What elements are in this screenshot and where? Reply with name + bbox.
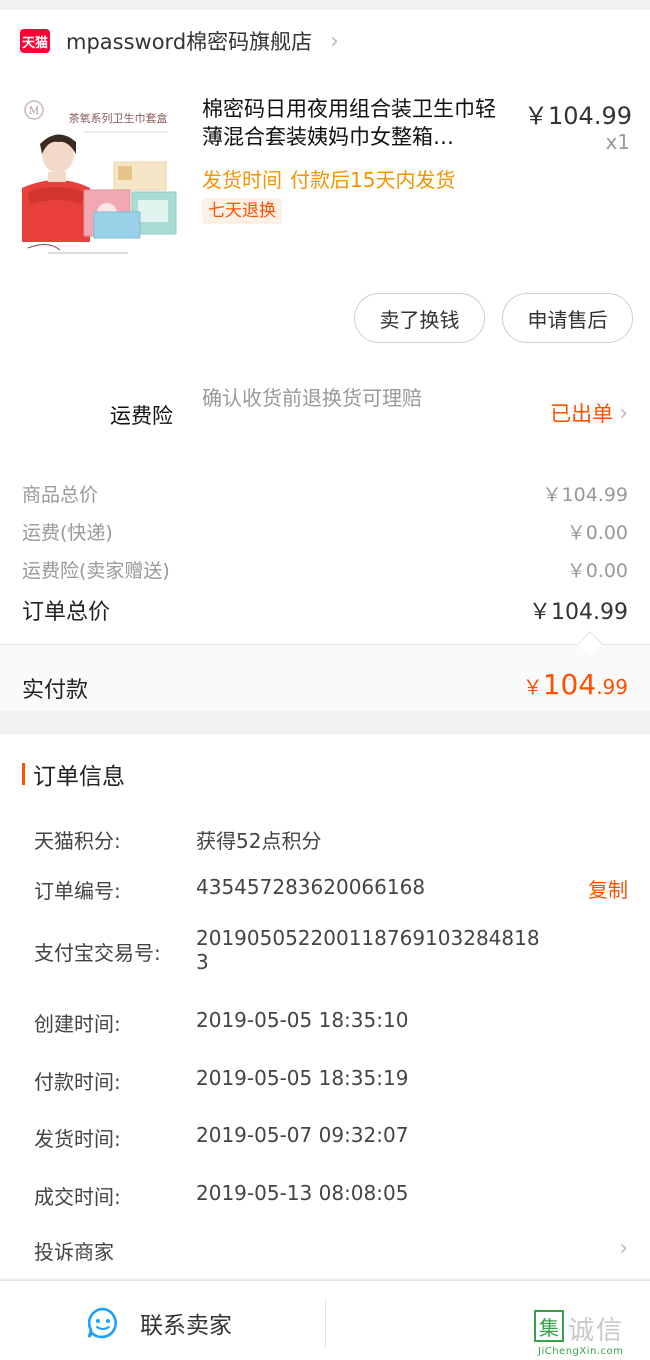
price-row-label: 商品总价 [22, 484, 99, 506]
points-value: 获得52点积分 [196, 829, 322, 853]
watermark-logo-icon: 集 [534, 1310, 564, 1342]
chevron-right-icon: › [619, 400, 628, 426]
price-row-insurance: 运费险(卖家赠送) ￥0.00 [22, 556, 628, 583]
site-watermark: 集 诚信 JiChengXin.com [534, 1310, 646, 1358]
order-total-label: 订单总价 [22, 600, 111, 625]
price-row-shipping: 运费(快递) ￥0.00 [22, 518, 628, 545]
ship-time: 发货时间 付款后15天内发货 [202, 164, 455, 193]
product-title[interactable]: 棉密码日用夜用组合装卫生巾轻薄混合套装姨妈巾女整箱… [202, 95, 514, 151]
product-price: ￥104.99 [524, 102, 632, 130]
price-row-value: ￥0.00 [566, 560, 628, 582]
price-row-goods: 商品总价 ￥104.99 [22, 480, 628, 507]
contact-seller-label: 联系卖家 [140, 1313, 232, 1339]
shipped-time-value: 2019-05-07 09:32:07 [196, 1123, 409, 1147]
order-info-title: 订单信息 [33, 764, 125, 790]
order-number-value: 435457283620066168 [196, 875, 426, 899]
heading-accent-bar [22, 763, 25, 785]
top-spacer [0, 0, 650, 10]
copy-order-number-button[interactable]: 复制 [588, 874, 628, 903]
chat-bubble-icon [87, 1307, 118, 1339]
order-total-value: ￥104.99 [529, 600, 628, 625]
tmall-logo-icon: 天猫 [20, 29, 50, 53]
created-time-label: 创建时间: [34, 1012, 121, 1036]
closed-time-label: 成交时间: [34, 1185, 121, 1209]
alipay-trade-label: 支付宝交易号: [34, 941, 161, 965]
insurance-status-text: 已出单 [550, 402, 614, 426]
paid-time-label: 付款时间: [34, 1070, 121, 1094]
ship-time-value: 付款后15天内发货 [290, 168, 456, 192]
paid-amount-label: 实付款 [22, 678, 89, 703]
order-total-row: 订单总价 ￥104.99 [22, 594, 628, 626]
shipping-insurance-description: 确认收货前退换货可理赔 [202, 386, 422, 410]
points-label: 天猫积分: [34, 829, 121, 853]
sell-button[interactable]: 卖了换钱 [354, 293, 485, 343]
closed-time-value: 2019-05-13 08:08:05 [196, 1181, 409, 1205]
product-quantity: x1 [605, 130, 630, 154]
shipping-insurance-label: 运费险 [110, 404, 173, 428]
return-policy-badge: 七天退换 [202, 198, 282, 224]
complain-seller-label: 投诉商家 [34, 1240, 114, 1264]
shop-header[interactable]: 天猫 mpassword棉密码旗舰店 › [20, 26, 339, 56]
svg-text:M: M [29, 106, 39, 117]
watermark-url: JiChengXin.com [538, 1346, 624, 1357]
product-image-caption: 茶氧系列卫生巾套盒 [69, 111, 168, 125]
price-row-value: ￥104.99 [542, 484, 628, 506]
shipping-insurance-status[interactable]: 已出单 › [550, 398, 628, 428]
price-row-value: ￥0.00 [566, 522, 628, 544]
paid-amount-value: ￥104.99 [523, 668, 628, 701]
price-row-label: 运费(快递) [22, 522, 113, 544]
paid-decimal: .99 [596, 675, 628, 699]
paid-currency: ￥ [522, 675, 543, 699]
watermark-text: 诚信 [568, 1316, 625, 1346]
complain-seller-row[interactable]: 投诉商家 › [34, 1236, 628, 1265]
shop-name: mpassword棉密码旗舰店 [66, 30, 313, 54]
chevron-right-icon: › [330, 28, 339, 54]
order-info-heading: 订单信息 [22, 760, 125, 790]
paid-integer: 104 [542, 668, 597, 701]
shipped-time-label: 发货时间: [34, 1127, 121, 1151]
after-sale-button[interactable]: 申请售后 [502, 293, 633, 343]
created-time-value: 2019-05-05 18:35:10 [196, 1008, 409, 1032]
order-number-label: 订单编号: [34, 879, 121, 903]
product-image[interactable]: M 茶氧系列卫生巾套盒 [18, 92, 184, 262]
contact-seller-button[interactable]: 联系卖家 [86, 1306, 232, 1340]
price-row-label: 运费险(卖家赠送) [22, 560, 170, 582]
paid-time-value: 2019-05-05 18:35:19 [196, 1066, 409, 1090]
bar-divider [325, 1298, 326, 1348]
chevron-right-icon: › [619, 1236, 628, 1261]
alipay-trade-value: 2019050522001187691032848183 [196, 926, 540, 974]
divider [0, 644, 650, 645]
ship-time-label: 发货时间 [202, 168, 282, 192]
